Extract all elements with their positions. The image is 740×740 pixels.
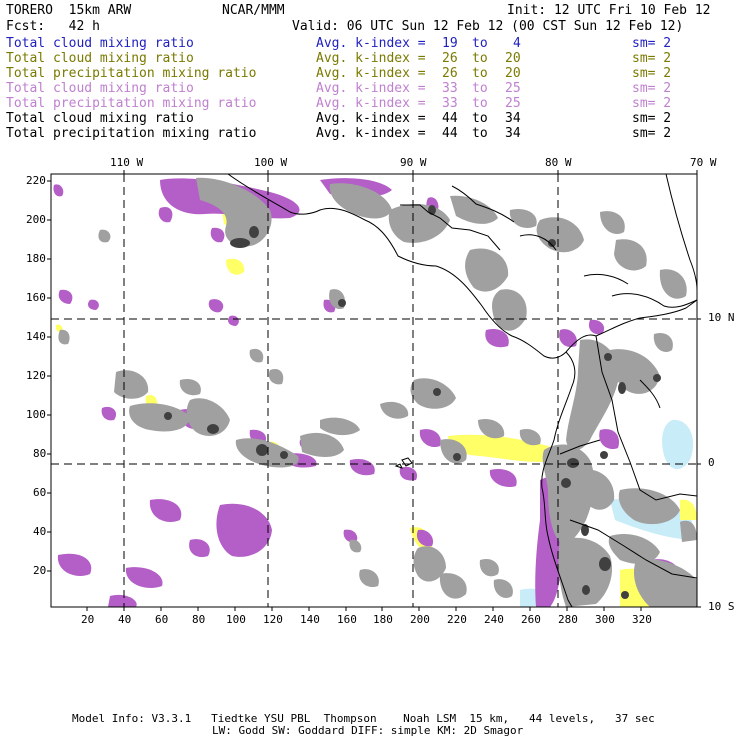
left-ticks: [47, 180, 51, 572]
right-ticks: [697, 318, 701, 608]
top-ticks: [123, 170, 698, 174]
field-layer: [53, 174, 697, 607]
gray-areas: [58, 177, 697, 607]
bottom-ticks: [86, 607, 642, 611]
forecast-map: [47, 170, 701, 611]
physics-info: LW: Godd SW: Goddard DIFF: simple KM: 2D…: [212, 724, 524, 737]
